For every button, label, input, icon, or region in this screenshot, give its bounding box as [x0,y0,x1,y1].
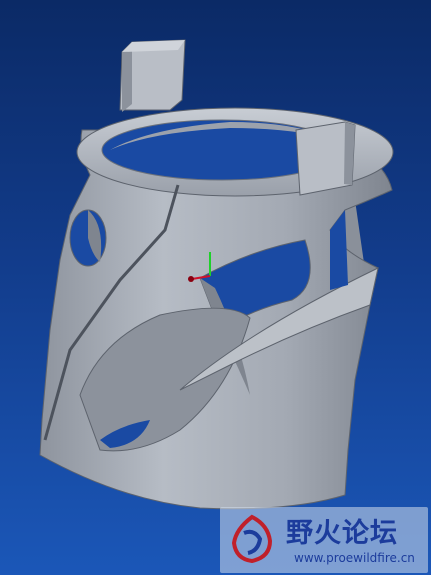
watermark-url: www.proewildfire.cn [294,551,415,565]
watermark: 野火论坛 www.proewildfire.cn [220,507,428,573]
3d-viewport[interactable]: 野火论坛 www.proewildfire.cn [0,0,431,575]
flame-dragon-logo-icon [231,514,273,564]
cad-part-model[interactable] [0,0,431,575]
tab-left-side [122,42,132,112]
watermark-title: 野火论坛 [286,518,398,549]
triad-origin [188,276,194,282]
